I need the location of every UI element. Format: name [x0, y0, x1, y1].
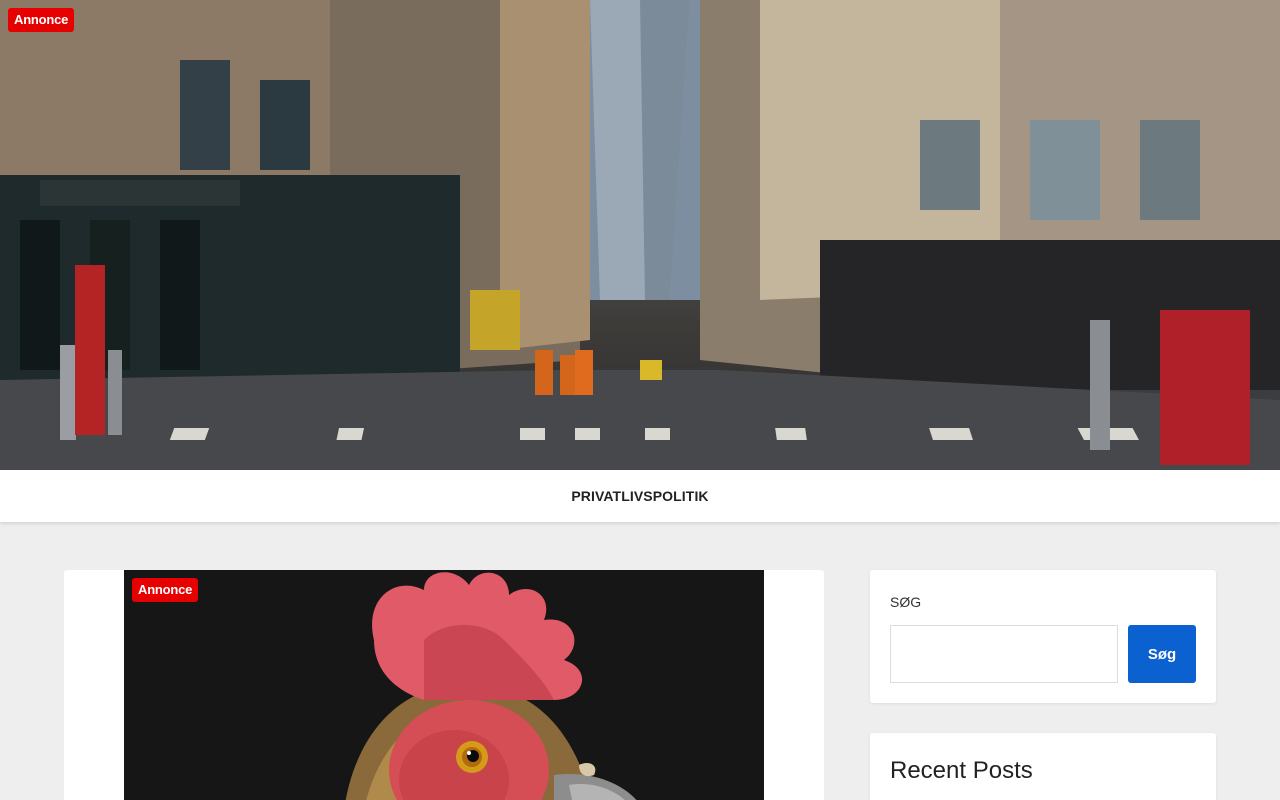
hero-banner: Annonce — [0, 0, 1280, 470]
search-widget: SØG Søg — [870, 570, 1216, 703]
search-widget-title: SØG — [890, 594, 922, 610]
city-street-photo — [0, 0, 1280, 470]
ad-badge[interactable]: Annonce — [8, 8, 75, 32]
rooster-photo — [124, 570, 764, 800]
ad-badge[interactable]: Annonce — [132, 578, 199, 602]
main-navigation: PRIVATLIVSPOLITIK — [0, 470, 1280, 522]
nav-item-privatlivspolitik[interactable]: PRIVATLIVSPOLITIK — [571, 488, 708, 504]
search-input[interactable] — [890, 625, 1118, 683]
recent-posts-widget: Recent Posts — [870, 733, 1216, 800]
post-card: Annonce — [64, 570, 824, 800]
search-button[interactable]: Søg — [1128, 625, 1196, 683]
post-featured-image[interactable]: Annonce — [124, 570, 764, 800]
recent-posts-title: Recent Posts — [890, 757, 1033, 784]
